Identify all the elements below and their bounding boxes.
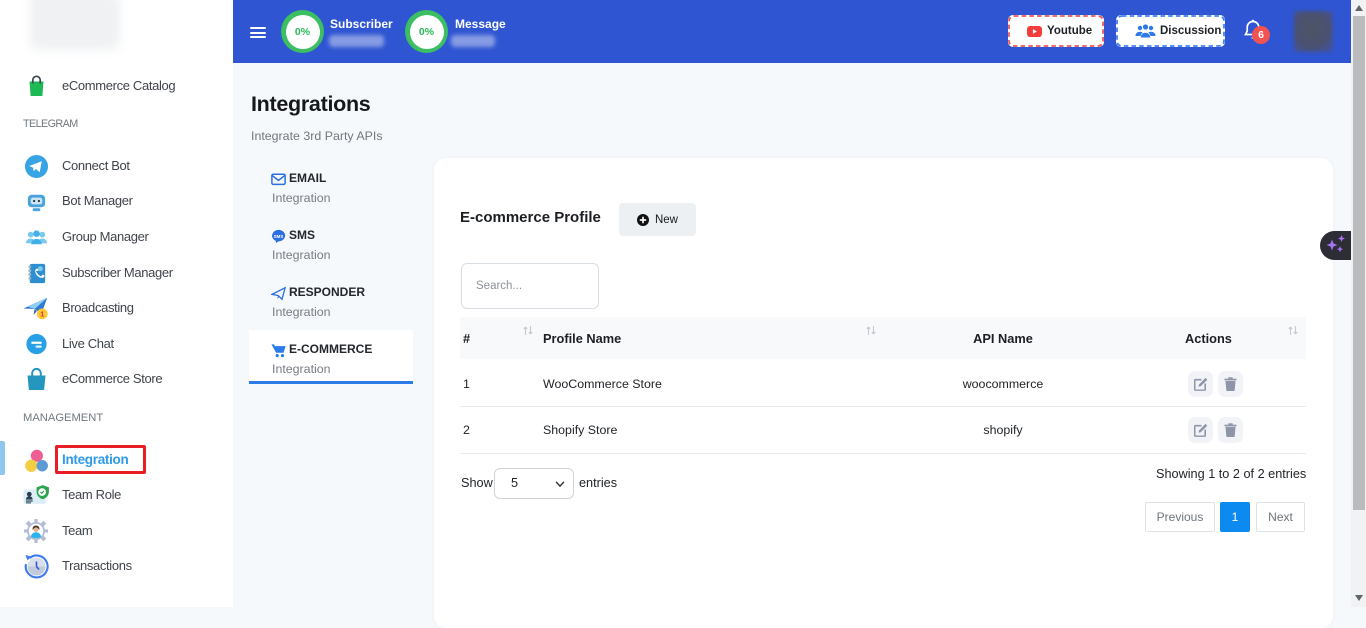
svg-text:SMS: SMS	[274, 233, 284, 238]
